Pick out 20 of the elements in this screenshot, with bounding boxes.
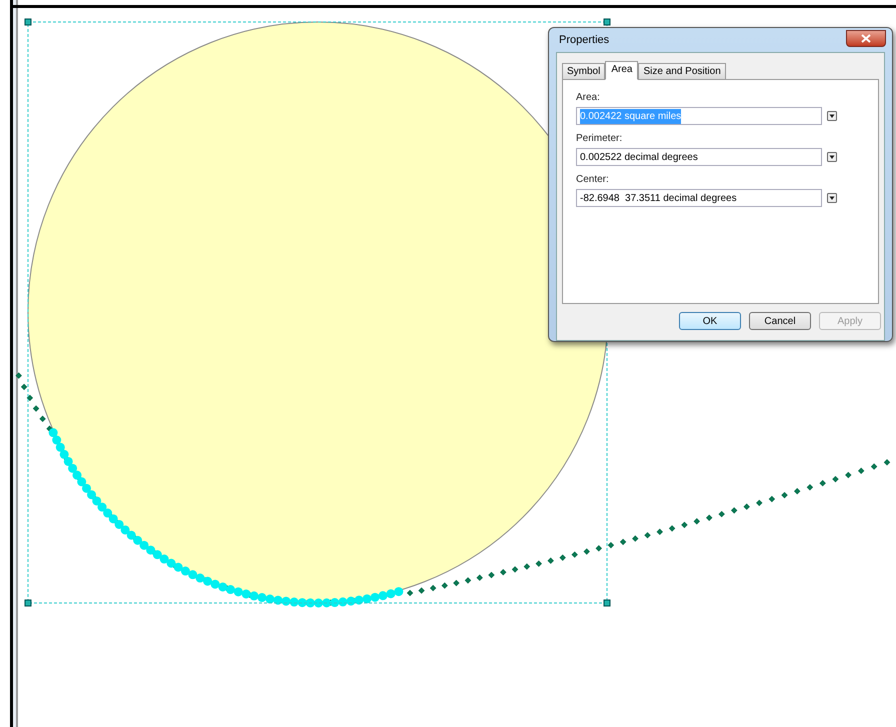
selection-handle[interactable] xyxy=(24,600,32,606)
selection-handle[interactable] xyxy=(24,18,32,26)
input-field[interactable]: 0.002522 decimal degrees xyxy=(576,148,822,166)
dialog-button[interactable]: OK xyxy=(679,312,741,330)
field-label: Center: xyxy=(576,173,610,187)
field-label: Perimeter: xyxy=(576,132,624,146)
selection-handle[interactable] xyxy=(604,600,610,606)
field-label: Area: xyxy=(576,91,601,105)
dropdown-icon[interactable] xyxy=(827,152,837,162)
close-icon xyxy=(861,34,871,42)
tab[interactable]: Area xyxy=(605,61,638,80)
selection-handle[interactable] xyxy=(604,18,610,26)
tab[interactable]: Size and Position xyxy=(638,63,726,79)
close-button[interactable] xyxy=(846,30,886,46)
dropdown-icon[interactable] xyxy=(827,111,837,121)
input-field[interactable]: -82.6948 37.3511 decimal degrees xyxy=(576,189,822,207)
dialog-button[interactable]: Cancel xyxy=(749,312,811,330)
window-title: Properties xyxy=(559,32,610,48)
dropdown-icon[interactable] xyxy=(827,193,837,203)
tab[interactable]: Symbol xyxy=(562,63,606,79)
